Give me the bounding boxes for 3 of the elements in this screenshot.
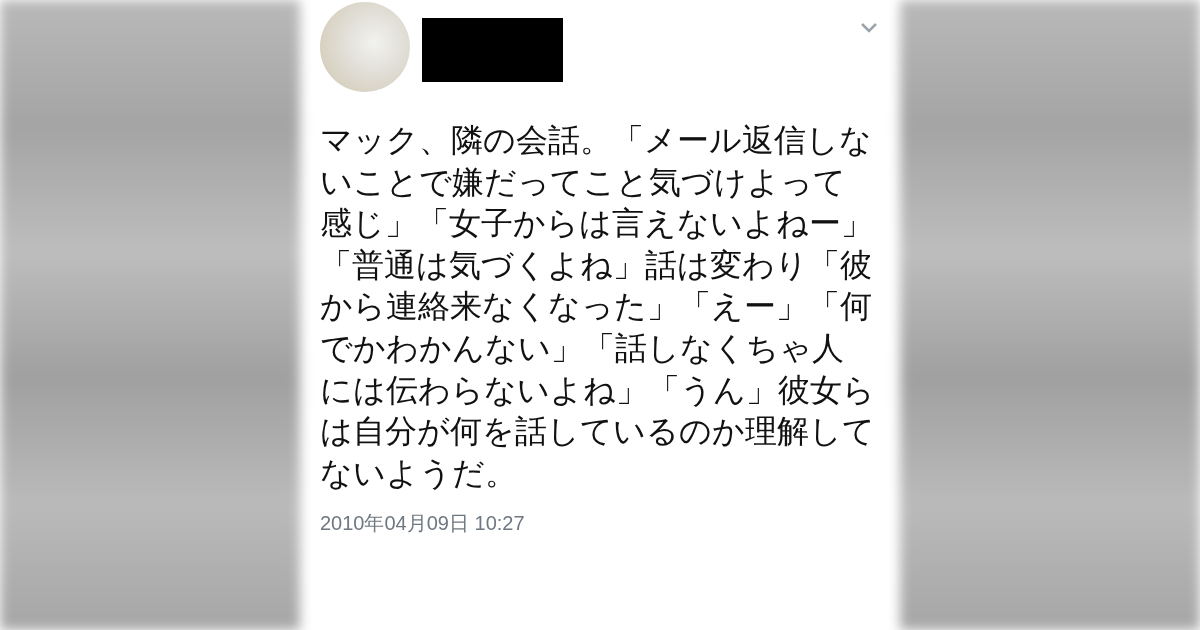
timestamp: 2010年04月09日 10:27 (320, 511, 526, 537)
tweet-text: マック、隣の会話。「メール返信しないことで嫌だってこと気づけよって感じ」「女子からは言えないよねー」「普通は気づくよね」話は変わり「彼から連絡来なくなった」「えー」「何でかわかんない」「話しなくちゃ人には伝わらないよね」「うん」彼女らは自分が何を話しているのか理解してないようだ。 (320, 121, 876, 493)
chevron-down-icon[interactable] (860, 22, 878, 34)
